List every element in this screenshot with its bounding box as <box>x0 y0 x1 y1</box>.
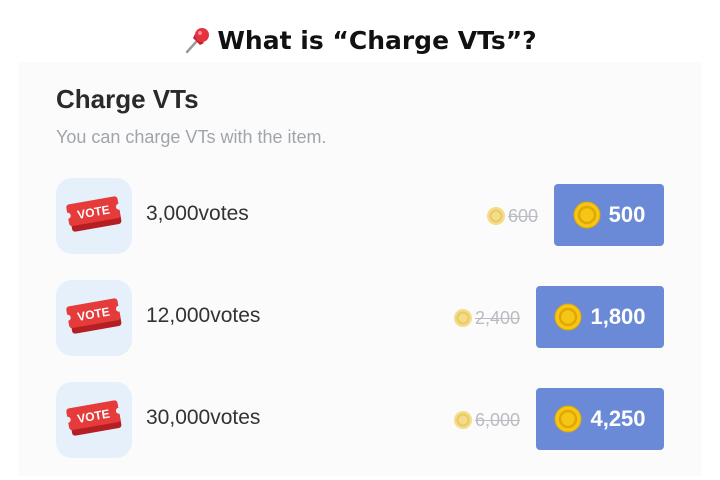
votes-amount: 3,000votes <box>146 202 249 225</box>
original-price: 600 <box>486 204 538 228</box>
price-value: 4,250 <box>590 406 646 431</box>
buy-button[interactable]: 1,800 <box>536 286 664 348</box>
coin-icon <box>487 207 505 225</box>
votes-amount: 12,000votes <box>146 304 261 327</box>
page-heading: What is “Charge VTs”? <box>0 20 720 60</box>
votes-amount: 30,000votes <box>146 406 261 429</box>
coin-icon <box>554 303 582 331</box>
coin-icon <box>573 201 601 229</box>
panel-subtitle: You can charge VTs with the item. <box>56 127 327 147</box>
vote-ticket-icon: VOTE <box>56 280 132 356</box>
coin-icon <box>454 309 472 327</box>
panel-title: Charge VTs <box>56 84 199 114</box>
vote-package-row: VOTE 12,000votes 2,400 1,800 <box>0 280 720 360</box>
original-price-value: 6,000 <box>475 409 521 430</box>
vote-package-row: VOTE 30,000votes 6,000 4,250 <box>0 382 720 462</box>
vote-ticket-icon: VOTE <box>56 178 132 254</box>
original-price-value: 600 <box>508 205 539 226</box>
coin-icon <box>454 411 472 429</box>
coin-icon <box>554 405 582 433</box>
heading-text: What is “Charge VTs”? <box>217 25 537 55</box>
vote-ticket-icon: VOTE <box>56 382 132 458</box>
price-value: 500 <box>608 202 646 227</box>
buy-button[interactable]: 500 <box>554 184 664 246</box>
pushpin-icon <box>186 28 210 54</box>
original-price-value: 2,400 <box>475 307 521 328</box>
original-price: 6,000 <box>453 408 520 432</box>
buy-button[interactable]: 4,250 <box>536 388 664 450</box>
vote-package-row: VOTE 3,000votes 600 500 <box>0 178 720 258</box>
original-price: 2,400 <box>453 306 520 330</box>
price-value: 1,800 <box>590 304 646 329</box>
